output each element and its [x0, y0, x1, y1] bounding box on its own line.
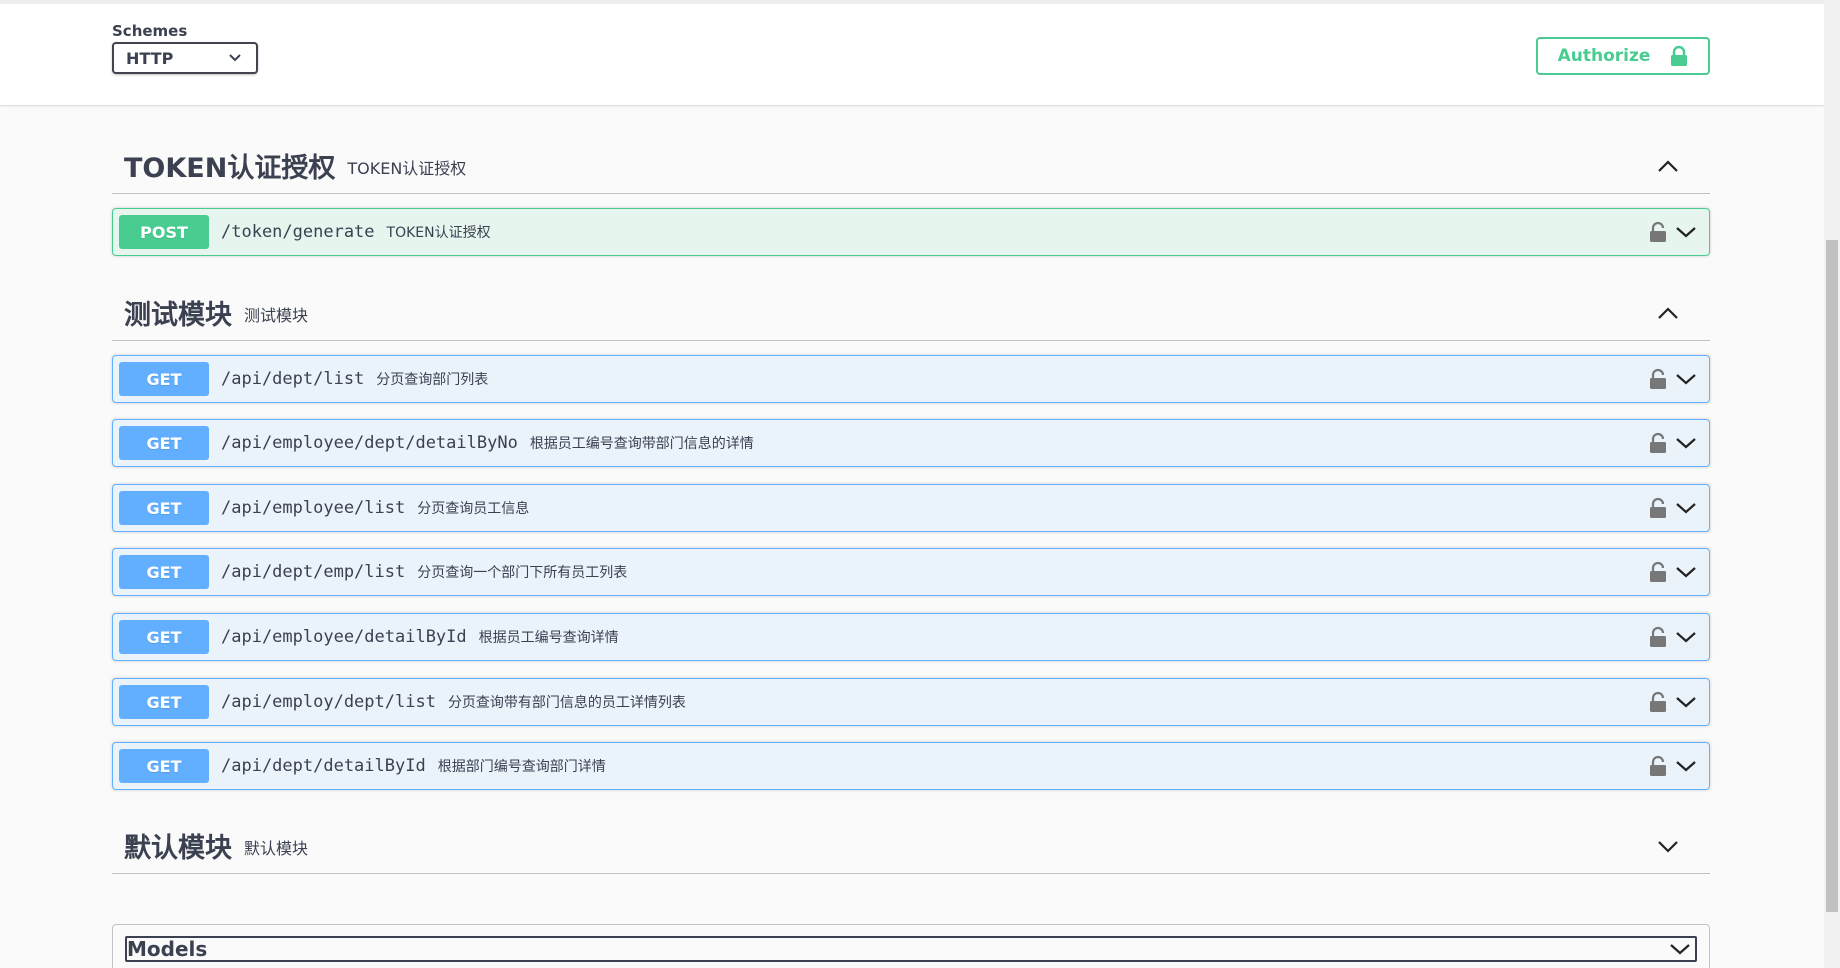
method-badge: GET [119, 555, 209, 589]
scheme-select-value: HTTP [126, 48, 174, 68]
tag-description: 默认模块 [244, 838, 309, 858]
authorize-button[interactable]: Authorize [1536, 37, 1710, 75]
tag-header-default-module[interactable]: 默认模块 默认模块 [112, 818, 1710, 874]
operation-summary: 分页查询一个部门下所有员工列表 [417, 565, 628, 581]
operation-path: /api/employee/detailById [221, 627, 467, 647]
operation-summary: 根据员工编号查询带部门信息的详情 [529, 436, 754, 452]
tag-title: TOKEN认证授权 [124, 153, 336, 184]
lock-icon[interactable] [1649, 755, 1667, 777]
models-label: Models [127, 937, 208, 961]
chevron-down-icon [229, 54, 241, 62]
method-badge: POST [119, 215, 209, 249]
scheme-select[interactable]: HTTP [112, 42, 258, 74]
tag-header-test-module[interactable]: 测试模块 测试模块 [112, 285, 1710, 341]
vertical-scrollbar[interactable] [1824, 0, 1840, 968]
lock-icon[interactable] [1649, 626, 1667, 648]
chevron-down-icon[interactable] [1656, 836, 1680, 856]
operation-summary: 分页查询带有部门信息的员工详情列表 [447, 695, 686, 711]
opblock-get[interactable]: GET /api/dept/list 分页查询部门列表 [112, 355, 1710, 403]
opblock-get[interactable]: GET /api/employee/detailById 根据员工编号查询详情 [112, 613, 1710, 661]
lock-icon[interactable] [1649, 691, 1667, 713]
chevron-down-icon[interactable] [1675, 630, 1697, 644]
chevron-down-icon[interactable] [1675, 225, 1697, 239]
opblock-get[interactable]: GET /api/dept/detailById 根据部门编号查询部门详情 [112, 742, 1710, 790]
tag-title: 测试模块 [124, 300, 232, 331]
operation-summary: 根据员工编号查询详情 [478, 630, 619, 646]
operation-path: /token/generate [221, 222, 375, 242]
chevron-up-icon[interactable] [1656, 156, 1680, 176]
opblock-get[interactable]: GET /api/employee/dept/detailByNo 根据员工编号… [112, 419, 1710, 467]
opblock-get[interactable]: GET /api/employee/list 分页查询员工信息 [112, 484, 1710, 532]
method-badge: GET [119, 685, 209, 719]
chevron-up-icon[interactable] [1656, 303, 1680, 323]
operation-path: /api/employee/list [221, 498, 406, 518]
operation-summary: 分页查询员工信息 [417, 501, 530, 517]
method-badge: GET [119, 749, 209, 783]
lock-icon[interactable] [1649, 497, 1667, 519]
chevron-down-icon[interactable] [1675, 501, 1697, 515]
operation-summary: 根据部门编号查询部门详情 [437, 759, 606, 775]
lock-icon [1671, 45, 1688, 66]
lock-icon[interactable] [1649, 368, 1667, 390]
method-badge: GET [119, 426, 209, 460]
tag-description: TOKEN认证授权 [347, 158, 467, 178]
chevron-down-icon[interactable] [1675, 565, 1697, 579]
operation-path: /api/dept/list [221, 369, 365, 389]
method-badge: GET [119, 620, 209, 654]
tag-description: 测试模块 [244, 305, 309, 325]
opblock-get[interactable]: GET /api/employ/dept/list 分页查询带有部门信息的员工详… [112, 678, 1710, 726]
lock-icon[interactable] [1649, 432, 1667, 454]
schemes-label: Schemes [112, 22, 188, 40]
models-section: Models [112, 924, 1710, 968]
swagger-page: Schemes HTTP Authorize TOKEN认证授权 TOKEN认证… [0, 0, 1824, 968]
operation-path: /api/dept/detailById [221, 756, 426, 776]
method-badge: GET [119, 362, 209, 396]
tag-title: 默认模块 [124, 833, 232, 864]
operation-path: /api/dept/emp/list [221, 562, 406, 582]
operation-path: /api/employ/dept/list [221, 692, 436, 712]
chevron-down-icon[interactable] [1675, 759, 1697, 773]
chevron-down-icon [1670, 944, 1690, 955]
operation-path: /api/employee/dept/detailByNo [221, 433, 518, 453]
models-toggle-button[interactable]: Models [125, 936, 1697, 962]
chevron-down-icon[interactable] [1675, 695, 1697, 709]
lock-icon[interactable] [1649, 221, 1667, 243]
scrollbar-thumb[interactable] [1826, 240, 1838, 912]
lock-icon[interactable] [1649, 561, 1667, 583]
method-badge: GET [119, 491, 209, 525]
tag-header-token[interactable]: TOKEN认证授权 TOKEN认证授权 [112, 138, 1710, 194]
chevron-down-icon[interactable] [1675, 436, 1697, 450]
scheme-container: Schemes HTTP Authorize [0, 0, 1824, 105]
chevron-down-icon[interactable] [1675, 372, 1697, 386]
operation-summary: TOKEN认证授权 [386, 225, 491, 241]
opblock-get[interactable]: GET /api/dept/emp/list 分页查询一个部门下所有员工列表 [112, 548, 1710, 596]
operation-summary: 分页查询部门列表 [376, 372, 489, 388]
opblock-post-token-generate[interactable]: POST /token/generate TOKEN认证授权 [112, 208, 1710, 256]
authorize-label: Authorize [1557, 46, 1651, 66]
